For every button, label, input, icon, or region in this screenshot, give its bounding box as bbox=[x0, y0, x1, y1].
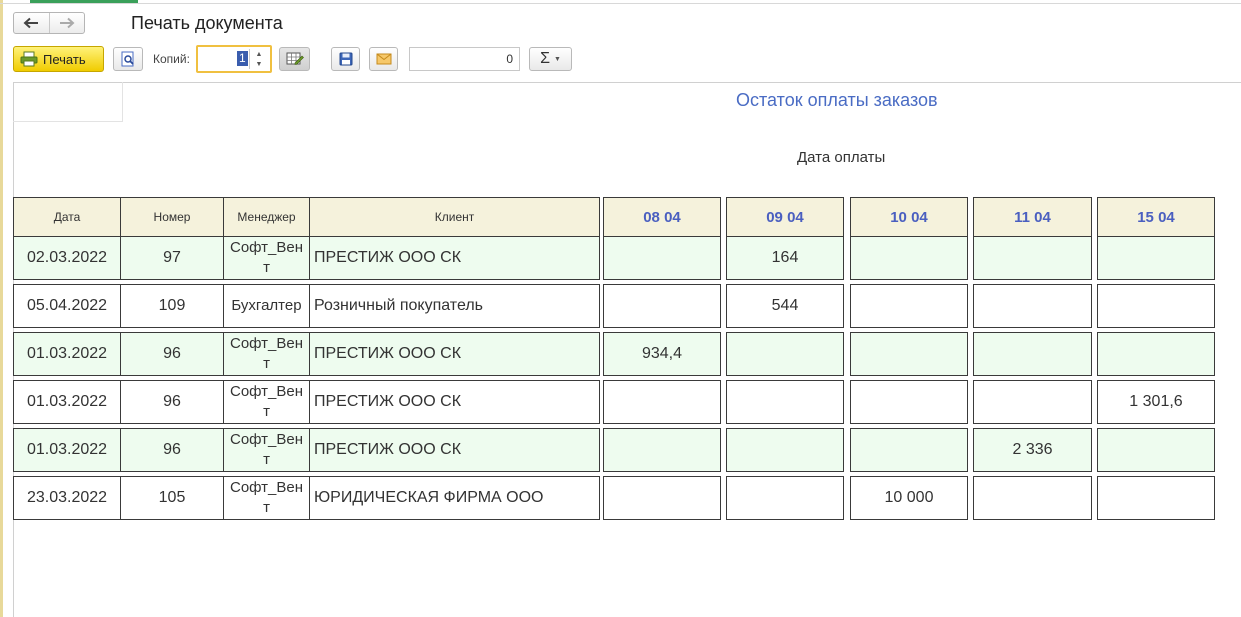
stepper-up-icon[interactable]: ▲ bbox=[250, 49, 268, 59]
cell-date: 01.03.2022 bbox=[13, 380, 121, 424]
header-client: Клиент bbox=[309, 197, 600, 237]
cell-amount bbox=[1097, 428, 1215, 472]
cell-date: 02.03.2022 bbox=[13, 236, 121, 280]
cell-manager: Софт_Вент bbox=[223, 380, 310, 424]
cell-date: 01.03.2022 bbox=[13, 332, 121, 376]
cell-amount bbox=[973, 284, 1092, 328]
copies-input[interactable]: 1 ▲ ▼ bbox=[196, 45, 272, 73]
cell-amount bbox=[1097, 236, 1215, 280]
cell-client: ПРЕСТИЖ ООО СК bbox=[309, 236, 600, 280]
header-manager: Менеджер bbox=[223, 197, 310, 237]
cell-client: ПРЕСТИЖ ООО СК bbox=[309, 380, 600, 424]
floppy-disk-icon bbox=[339, 52, 352, 66]
cell-manager: Софт_Вент bbox=[223, 428, 310, 472]
cell-amount bbox=[973, 236, 1092, 280]
cell-amount bbox=[850, 332, 968, 376]
cell-amount bbox=[850, 236, 968, 280]
left-edge bbox=[0, 0, 3, 617]
cell-amount bbox=[1097, 476, 1215, 520]
cell-client: ПРЕСТИЖ ООО СК bbox=[309, 332, 600, 376]
cell-amount bbox=[973, 476, 1092, 520]
print-button[interactable]: Печать bbox=[13, 46, 104, 72]
cell-number: 105 bbox=[120, 476, 224, 520]
header-pay-date: 15 04 bbox=[1097, 197, 1215, 237]
copies-value: 1 bbox=[237, 51, 248, 66]
top-divider bbox=[0, 3, 1241, 4]
header-pay-date: 11 04 bbox=[973, 197, 1092, 237]
corner-cell bbox=[13, 82, 123, 122]
cell-amount bbox=[850, 380, 968, 424]
cell-amount: 10 000 bbox=[850, 476, 968, 520]
cell-client: ЮРИДИЧЕСКАЯ ФИРМА ООО bbox=[309, 476, 600, 520]
cell-number: 109 bbox=[120, 284, 224, 328]
cell-amount bbox=[603, 476, 721, 520]
navigation-group bbox=[13, 12, 85, 34]
pay-date-label: Дата оплаты bbox=[797, 149, 886, 166]
cell-manager: Софт_Вент bbox=[223, 236, 310, 280]
header-date: Дата bbox=[13, 197, 121, 237]
header-pay-date: 08 04 bbox=[603, 197, 721, 237]
header-pay-date: 10 04 bbox=[850, 197, 968, 237]
cell-amount bbox=[603, 428, 721, 472]
cell-manager: Софт_Вент bbox=[223, 476, 310, 520]
header-pay-date: 09 04 bbox=[726, 197, 844, 237]
preview-button[interactable] bbox=[113, 47, 143, 71]
cell-number: 96 bbox=[120, 428, 224, 472]
header-number: Номер bbox=[120, 197, 224, 237]
arrow-left-icon bbox=[23, 17, 39, 29]
cell-amount bbox=[726, 428, 844, 472]
arrow-right-icon bbox=[59, 17, 75, 29]
cell-amount bbox=[726, 332, 844, 376]
cell-amount bbox=[603, 284, 721, 328]
window-title: Печать документа bbox=[131, 13, 283, 33]
chevron-down-icon: ▼ bbox=[553, 55, 561, 63]
cell-amount bbox=[603, 380, 721, 424]
sigma-icon: Σ bbox=[540, 50, 550, 67]
report-title: Остаток оплаты заказов bbox=[736, 90, 938, 110]
cell-manager: Софт_Вент bbox=[223, 332, 310, 376]
send-mail-button[interactable] bbox=[369, 47, 398, 71]
magnifier-icon bbox=[121, 51, 134, 67]
print-button-label: Печать bbox=[43, 51, 86, 67]
cell-amount: 164 bbox=[726, 236, 844, 280]
cell-date: 23.03.2022 bbox=[13, 476, 121, 520]
edit-button[interactable] bbox=[279, 47, 310, 71]
cell-amount: 544 bbox=[726, 284, 844, 328]
cell-manager: Бухгалтер bbox=[223, 284, 310, 328]
stepper-down-icon[interactable]: ▼ bbox=[250, 59, 268, 69]
cell-amount bbox=[603, 236, 721, 280]
cell-client: ПРЕСТИЖ ООО СК bbox=[309, 428, 600, 472]
envelope-icon bbox=[376, 53, 391, 65]
cell-amount: 2 336 bbox=[973, 428, 1092, 472]
back-button[interactable] bbox=[14, 13, 49, 33]
copies-stepper[interactable]: ▲ ▼ bbox=[249, 49, 268, 69]
cell-number: 96 bbox=[120, 380, 224, 424]
cell-number: 96 bbox=[120, 332, 224, 376]
cell-amount bbox=[1097, 284, 1215, 328]
cell-amount bbox=[1097, 332, 1215, 376]
sum-button[interactable]: Σ ▼ bbox=[529, 47, 572, 71]
cell-amount bbox=[973, 380, 1092, 424]
cell-amount: 934,4 bbox=[603, 332, 721, 376]
printer-icon bbox=[20, 51, 38, 67]
forward-button[interactable] bbox=[48, 13, 85, 33]
cell-amount bbox=[726, 380, 844, 424]
cell-amount bbox=[850, 428, 968, 472]
cell-number: 97 bbox=[120, 236, 224, 280]
cell-amount: 1 301,6 bbox=[1097, 380, 1215, 424]
cell-amount bbox=[850, 284, 968, 328]
cell-client: Розничный покупатель bbox=[309, 284, 600, 328]
document-frame-top bbox=[13, 82, 1241, 83]
edit-table-icon bbox=[286, 52, 304, 65]
cell-amount bbox=[726, 476, 844, 520]
save-button[interactable] bbox=[331, 47, 360, 71]
cell-date: 01.03.2022 bbox=[13, 428, 121, 472]
copies-label: Копий: bbox=[153, 52, 190, 66]
number-field[interactable]: 0 bbox=[409, 47, 520, 71]
cell-amount bbox=[973, 332, 1092, 376]
cell-date: 05.04.2022 bbox=[13, 284, 121, 328]
